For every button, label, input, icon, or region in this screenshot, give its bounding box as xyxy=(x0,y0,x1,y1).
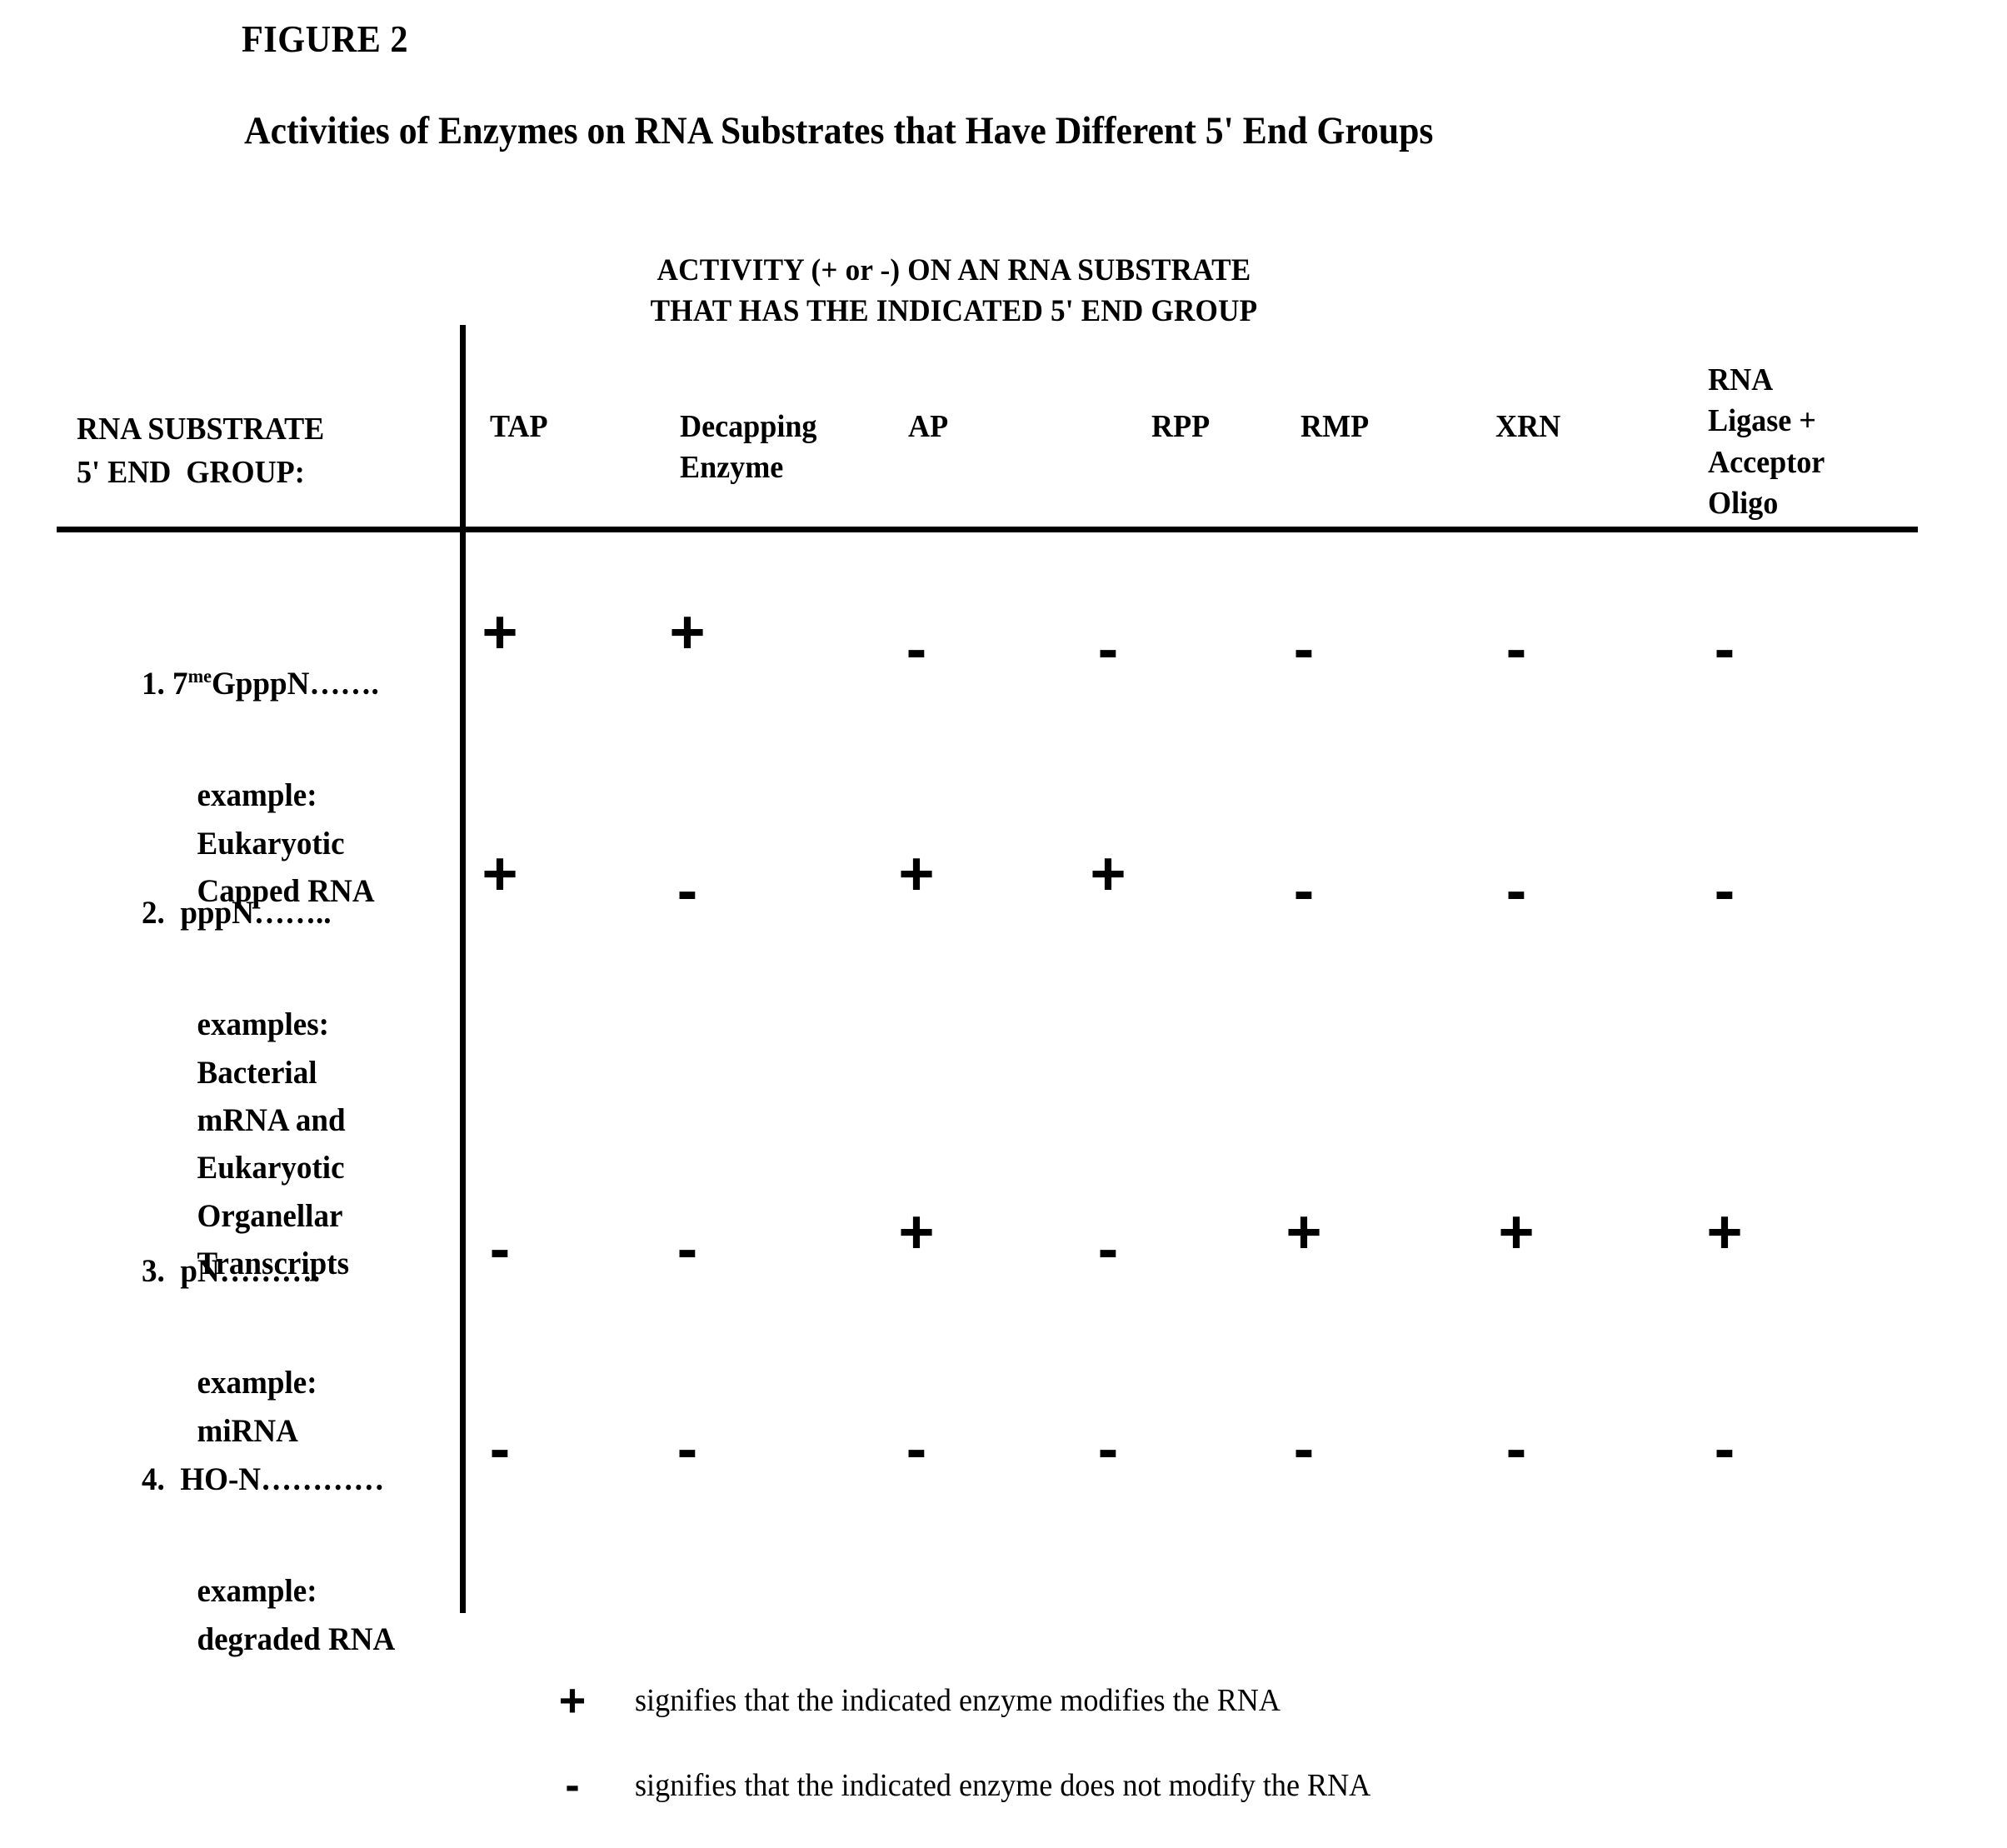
row-stub-name-2: 2. pppN…….. xyxy=(142,889,349,936)
legend-plus-icon: + xyxy=(558,1674,587,1726)
row-name-suffix-1: GpppN……. xyxy=(211,666,379,702)
row-example-4: example: degraded RNA xyxy=(197,1573,396,1657)
cell-mark-r2-c4: + xyxy=(1090,839,1126,908)
activity-column-group-header: ACTIVITY (+ or -) ON AN RNA SUBSTRATE TH… xyxy=(650,253,1258,329)
cell-mark-r2-c6: - xyxy=(1505,856,1527,925)
legend-entry-minus: - signifies that the indicated enzyme do… xyxy=(550,1761,1410,1811)
cell-mark-r3-c2: - xyxy=(676,1214,698,1283)
cell-mark-r3-c7: + xyxy=(1706,1197,1743,1266)
row-number-3: 3. xyxy=(142,1253,165,1290)
row-stub-4: 4. HO-N………… example: degraded RNA xyxy=(142,1408,395,1711)
cell-mark-r3-c3: + xyxy=(898,1197,935,1266)
table-vertical-divider xyxy=(460,325,466,1613)
cell-mark-r1-c2: + xyxy=(669,597,706,667)
cell-mark-r2-c1: + xyxy=(482,839,518,908)
cell-mark-r2-c3: + xyxy=(898,839,935,908)
cell-mark-r4-c5: - xyxy=(1293,1414,1315,1483)
column-header-tap: TAP xyxy=(490,409,548,444)
cell-mark-r4-c6: - xyxy=(1505,1414,1527,1483)
cell-mark-r4-c3: - xyxy=(906,1414,927,1483)
column-header-decapping-enzyme: Decapping Enzyme xyxy=(680,409,817,486)
legend-minus-text: signifies that the indicated enzyme does… xyxy=(635,1768,1371,1803)
column-header-xrn: XRN xyxy=(1495,409,1561,444)
table-header-underline xyxy=(57,527,1918,532)
cell-mark-r3-c5: + xyxy=(1286,1197,1322,1266)
row-number-2: 2. xyxy=(142,895,165,931)
cell-mark-r4-c2: - xyxy=(676,1414,698,1483)
cell-mark-r4-c4: - xyxy=(1097,1414,1119,1483)
cell-mark-r1-c3: - xyxy=(906,614,927,683)
column-header-rna-ligase-acceptor-oligo: RNA Ligase + Acceptor Oligo xyxy=(1708,362,1825,522)
column-header-ap: AP xyxy=(908,409,949,444)
cell-mark-r4-c1: - xyxy=(489,1414,511,1483)
row-number-1: 1. xyxy=(142,666,165,702)
figure-label: FIGURE 2 xyxy=(242,17,409,60)
cell-mark-r2-c5: - xyxy=(1293,856,1315,925)
legend-minus-icon: - xyxy=(565,1761,580,1810)
column-header-rmp: RMP xyxy=(1301,409,1370,444)
cell-mark-r4-c7: - xyxy=(1714,1414,1735,1483)
cell-mark-r2-c7: - xyxy=(1714,856,1735,925)
cell-mark-r1-c5: - xyxy=(1293,614,1315,683)
cell-mark-r1-c4: - xyxy=(1097,614,1119,683)
legend-plus-text: signifies that the indicated enzyme modi… xyxy=(635,1682,1281,1718)
row-number-4: 4. xyxy=(142,1461,165,1498)
cell-mark-r1-c6: - xyxy=(1505,614,1527,683)
row-stub-name-4: 4. HO-N………… xyxy=(142,1456,395,1503)
cell-mark-r2-c2: - xyxy=(676,856,698,925)
legend-entry-plus: + signifies that the indicated enzyme mo… xyxy=(550,1673,1315,1727)
cell-mark-r3-c6: + xyxy=(1498,1197,1535,1266)
cell-mark-r1-c7: - xyxy=(1714,614,1735,683)
row-stub-header: RNA SUBSTRATE 5' END GROUP: xyxy=(77,412,325,490)
figure-title: Activities of Enzymes on RNA Substrates … xyxy=(244,109,1434,152)
column-header-rpp: RPP xyxy=(1151,409,1211,444)
row-name-superscript-1: me xyxy=(187,666,212,688)
row-stub-name-1: 1. 7meGpppN……. xyxy=(142,660,379,707)
row-name-prefix-3: pN………. xyxy=(172,1253,321,1290)
row-name-prefix-2: pppN…….. xyxy=(172,895,332,931)
row-name-prefix-4: HO-N………… xyxy=(172,1461,385,1498)
cell-mark-r3-c4: - xyxy=(1097,1214,1119,1283)
cell-mark-r1-c1: + xyxy=(482,597,518,667)
cell-mark-r3-c1: - xyxy=(489,1214,511,1283)
row-name-prefix-1: 7 xyxy=(172,666,188,702)
row-stub-name-3: 3. pN………. xyxy=(142,1247,320,1295)
